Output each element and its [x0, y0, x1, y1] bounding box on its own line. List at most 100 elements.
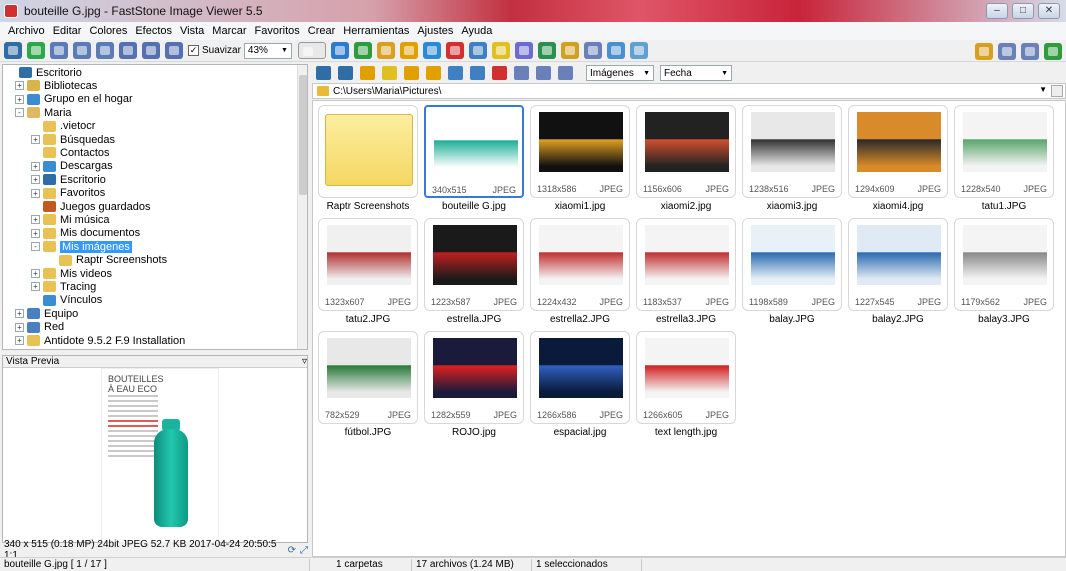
thumbnail-card[interactable]: 1198x589 JPEG	[742, 218, 842, 311]
toolbar-icon-1[interactable]	[4, 42, 22, 59]
expand-icon[interactable]: +	[31, 215, 40, 225]
thumbnail-card[interactable]: 1224x432 JPEG	[530, 218, 630, 311]
thumbnail[interactable]: 1323x607 JPEG tatu2.JPG	[318, 218, 418, 328]
browser-tool-icon-12[interactable]	[558, 66, 573, 80]
tree-item[interactable]: Raptr Screenshots	[47, 254, 167, 267]
toolbar-tool-icon-2[interactable]	[353, 42, 372, 59]
folder-tree[interactable]: Escritorio + Bibliotecas + Grupo en el hogar…	[2, 64, 308, 350]
tree-item[interactable]: Contactos	[31, 146, 110, 159]
toolbar-tool-icon-8[interactable]	[491, 42, 510, 59]
expand-icon[interactable]: +	[31, 269, 40, 278]
thumbnail[interactable]: 1198x589 JPEG balay.JPG	[742, 218, 842, 328]
menu-ayuda[interactable]: Ayuda	[457, 25, 496, 37]
path-options-button[interactable]	[1051, 85, 1063, 97]
tree-item[interactable]: + Grupo en el hogar	[15, 93, 133, 106]
thumbnail-card[interactable]: 1323x607 JPEG	[318, 218, 418, 311]
expand-icon[interactable]: +	[31, 228, 40, 238]
preview-view-icon[interactable]	[998, 43, 1016, 60]
browser-tool-icon-7[interactable]	[448, 66, 463, 80]
toolbar-tool-icon-1[interactable]	[330, 42, 349, 59]
thumbnail[interactable]: 1294x609 JPEG xiaomi4.jpg	[848, 105, 948, 215]
thumbnail[interactable]: 1227x545 JPEG balay2.JPG	[848, 218, 948, 328]
preview-collapse-icon[interactable]: ▿	[302, 356, 307, 367]
menu-ajustes[interactable]: Ajustes	[413, 25, 457, 37]
thumbnail[interactable]: 1228x540 JPEG tatu1.JPG	[954, 105, 1054, 215]
zoom-select[interactable]: 43% ▼	[243, 42, 292, 59]
collapse-icon[interactable]: -	[31, 242, 40, 252]
browser-tool-icon-4[interactable]	[382, 66, 397, 80]
thumbnail-card[interactable]: 1238x516 JPEG	[742, 105, 842, 198]
toolbar-tool-icon-13[interactable]	[606, 42, 625, 59]
thumbnail[interactable]: 1156x606 JPEG xiaomi2.jpg	[636, 105, 736, 215]
path-dropdown-icon[interactable]: ▼	[1039, 85, 1047, 94]
maximize-button[interactable]: □	[1012, 3, 1034, 19]
browser-tool-icon-8[interactable]	[470, 66, 485, 80]
menu-archivo[interactable]: Archivo	[4, 25, 49, 37]
toolbar-tool-icon-9[interactable]	[514, 42, 533, 59]
expand-icon[interactable]: +	[31, 282, 40, 292]
thumbnail-card[interactable]: 1223x587 JPEG	[424, 218, 524, 311]
browser-tool-icon-5[interactable]	[404, 66, 419, 80]
tree-item[interactable]: + Antidote 9.5.2 F.9 Installation	[15, 334, 185, 347]
tree-item[interactable]: + Favoritos	[31, 187, 105, 200]
expand-icon[interactable]: +	[15, 322, 24, 332]
fullscreen-view-icon[interactable]	[1021, 43, 1039, 60]
browser-tool-icon-6[interactable]	[426, 66, 441, 80]
toolbar-tool-icon-5[interactable]	[422, 42, 441, 59]
tree-item[interactable]: + Bibliotecas	[15, 79, 97, 92]
thumbnail[interactable]: Raptr Screenshots	[318, 105, 418, 215]
browser-tool-icon-1[interactable]	[316, 66, 331, 80]
expand-icon[interactable]: +	[31, 161, 40, 171]
toolbar-tool-icon-6[interactable]	[445, 42, 464, 59]
menu-efectos[interactable]: Efectos	[131, 25, 176, 37]
thumbnail-card[interactable]: 1266x586 JPEG	[530, 331, 630, 424]
thumbnail[interactable]: 1179x562 JPEG balay3.JPG	[954, 218, 1054, 328]
toolbar-icon-4[interactable]	[73, 42, 91, 59]
thumbnail-card[interactable]: 782x529 JPEG	[318, 331, 418, 424]
toolbar-tool-icon-3[interactable]	[376, 42, 395, 59]
browser-tool-icon-2[interactable]	[338, 66, 353, 80]
thumbnail-card[interactable]: 1156x606 JPEG	[636, 105, 736, 198]
thumbnail-card[interactable]: 1227x545 JPEG	[848, 218, 948, 311]
filter-select[interactable]: Imágenes ▼	[586, 65, 654, 81]
toolbar-tool-icon-4[interactable]	[399, 42, 418, 59]
thumbnail[interactable]: 1282x559 JPEG ROJO.jpg	[424, 331, 524, 441]
path-value[interactable]: C:\Users\Maria\Pictures\	[333, 86, 441, 97]
thumbnail-card[interactable]: 1294x609 JPEG	[848, 105, 948, 198]
thumbnail-view-icon[interactable]	[975, 43, 993, 60]
toolbar-tool-icon-10[interactable]	[537, 42, 556, 59]
thumbnail[interactable]: 1266x586 JPEG espacial.jpg	[530, 331, 630, 441]
tree-item[interactable]: + Mi música	[31, 213, 110, 226]
tree-item[interactable]: + Equipo	[15, 307, 78, 320]
thumbnail[interactable]: 340x515 JPEG bouteille G.jpg	[424, 105, 524, 215]
tree-item[interactable]: + Búsquedas	[31, 133, 115, 146]
thumbnail[interactable]: 1238x516 JPEG xiaomi3.jpg	[742, 105, 842, 215]
toolbar-tool-icon-11[interactable]	[560, 42, 579, 59]
expand-icon[interactable]: +	[31, 135, 40, 144]
tree-item[interactable]: + Escritorio	[31, 173, 106, 186]
toolbar-icon-3[interactable]	[50, 42, 68, 59]
browser-tool-icon-3[interactable]	[360, 66, 375, 80]
toolbar-icon-8[interactable]	[165, 42, 183, 59]
sort-select[interactable]: Fecha ▼	[660, 65, 732, 81]
tree-item[interactable]: + Descargas	[31, 160, 113, 173]
thumbnail-card[interactable]: 1183x537 JPEG	[636, 218, 736, 311]
tree-item[interactable]: - Mis imágenes	[31, 240, 132, 253]
thumbnail[interactable]: 1266x605 JPEG text length.jpg	[636, 331, 736, 441]
toolbar-tool-icon-12[interactable]	[583, 42, 602, 59]
thumbnail[interactable]: 1224x432 JPEG estrella2.JPG	[530, 218, 630, 328]
hand-tool-icon[interactable]	[297, 42, 326, 59]
smooth-checkbox[interactable]: ✓	[188, 45, 199, 56]
browser-tool-icon-9[interactable]	[492, 66, 507, 80]
close-button[interactable]: ✕	[1038, 3, 1060, 19]
menu-marcar[interactable]: Marcar	[208, 25, 250, 37]
collapse-icon[interactable]: -	[15, 108, 24, 118]
menu-favoritos[interactable]: Favoritos	[251, 25, 304, 37]
expand-icon[interactable]: +	[31, 175, 40, 185]
menu-herramientas[interactable]: Herramientas	[339, 25, 413, 37]
thumbnail[interactable]: 1318x586 JPEG xiaomi1.jpg	[530, 105, 630, 215]
tree-scrollbar[interactable]	[297, 65, 307, 349]
thumbnail-card[interactable]: 1282x559 JPEG	[424, 331, 524, 424]
expand-icon[interactable]: +	[15, 81, 24, 91]
expand-icon[interactable]: +	[15, 94, 24, 104]
